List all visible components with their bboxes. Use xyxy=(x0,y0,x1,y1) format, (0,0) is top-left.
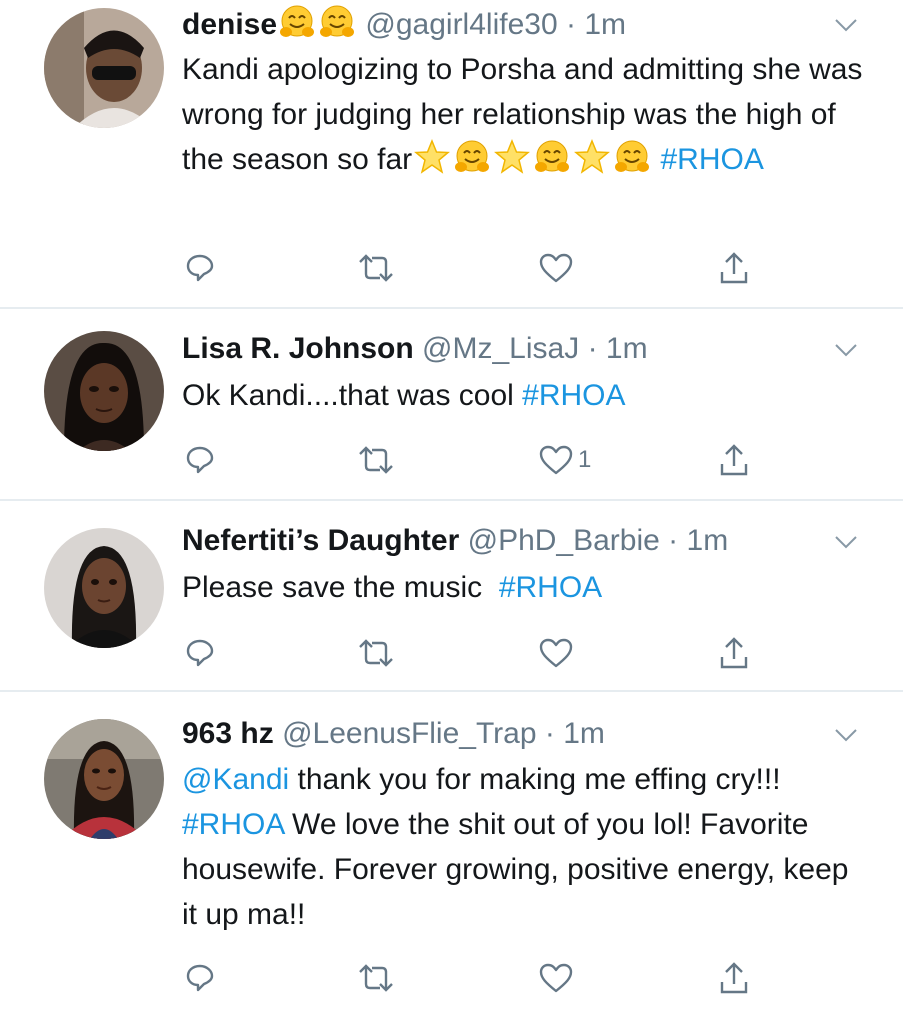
like-button[interactable]: 1 xyxy=(538,440,591,480)
tweet-text-content: Ok Kandi....that was cool xyxy=(182,379,523,412)
share-icon xyxy=(720,444,748,476)
hugging-face-emoji xyxy=(319,5,356,38)
tweet-actions xyxy=(182,248,782,288)
separator-dot: · xyxy=(587,332,598,365)
retweet-icon xyxy=(359,254,393,282)
reply-icon xyxy=(186,446,214,474)
tweet[interactable]: Nefertiti’s Daughter @PhD_Barbie · 1m Pl… xyxy=(0,501,903,692)
hashtag-link[interactable]: #RHOA xyxy=(499,571,602,604)
tweet-text: Please save the music #RHOA xyxy=(182,565,863,610)
reply-icon xyxy=(186,964,214,992)
tweet-text: Kandi apologizing to Porsha and admittin… xyxy=(182,47,863,182)
separator-dot: · xyxy=(668,524,679,557)
like-count: 1 xyxy=(578,446,592,473)
reply-icon xyxy=(186,639,214,667)
hashtag-link[interactable]: #RHOA xyxy=(661,143,764,176)
tweet-text: Ok Kandi....that was cool #RHOA xyxy=(182,373,863,418)
tweet-text: @Kandi thank you for making me effing cr… xyxy=(182,757,863,937)
user-handle[interactable]: @gagirl4life30 xyxy=(365,8,557,41)
hugging-face-emoji xyxy=(279,5,316,38)
share-icon xyxy=(720,962,748,994)
reply-icon xyxy=(186,254,214,282)
reply-button[interactable] xyxy=(184,440,216,480)
reply-button[interactable] xyxy=(184,248,216,288)
star-emoji xyxy=(575,140,609,173)
retweet-icon xyxy=(359,639,393,667)
display-name[interactable]: Lisa R. Johnson xyxy=(182,332,414,365)
avatar[interactable] xyxy=(44,8,164,128)
chevron-down-icon[interactable] xyxy=(833,726,859,744)
retweet-button[interactable] xyxy=(356,633,396,673)
timestamp[interactable]: 1m xyxy=(606,332,648,365)
share-button[interactable] xyxy=(718,440,750,480)
user-handle[interactable]: @PhD_Barbie xyxy=(468,524,660,557)
share-button[interactable] xyxy=(718,248,750,288)
like-button[interactable] xyxy=(538,248,578,288)
tweet-actions xyxy=(182,958,782,998)
retweet-icon xyxy=(359,446,393,474)
timestamp[interactable]: 1m xyxy=(584,8,626,41)
retweet-button[interactable] xyxy=(356,248,396,288)
display-name[interactable]: Nefertiti’s Daughter xyxy=(182,524,459,557)
chevron-down-icon[interactable] xyxy=(833,16,859,34)
avatar[interactable] xyxy=(44,331,164,451)
user-handle[interactable]: @Mz_LisaJ xyxy=(422,332,579,365)
tweet-actions: 1 xyxy=(182,440,782,480)
avatar[interactable] xyxy=(44,528,164,648)
tweet[interactable]: denise @gagirl4life30 · 1m Kandi apologi… xyxy=(0,0,903,309)
user-handle[interactable]: @LeenusFlie_Trap xyxy=(282,717,536,750)
separator-dot: · xyxy=(565,8,576,41)
timestamp[interactable]: 1m xyxy=(687,524,729,557)
like-button[interactable] xyxy=(538,958,578,998)
retweet-button[interactable] xyxy=(356,958,396,998)
display-name[interactable]: denise xyxy=(182,8,277,41)
heart-icon xyxy=(539,445,573,475)
hugging-face-emoji xyxy=(614,140,651,173)
tweet-actions xyxy=(182,633,782,673)
like-button[interactable] xyxy=(538,633,578,673)
share-icon xyxy=(720,637,748,669)
reply-button[interactable] xyxy=(184,958,216,998)
heart-icon xyxy=(539,638,573,668)
retweet-icon xyxy=(359,964,393,992)
avatar[interactable] xyxy=(44,719,164,839)
hugging-face-emoji xyxy=(454,140,491,173)
timestamp[interactable]: 1m xyxy=(563,717,605,750)
share-button[interactable] xyxy=(718,633,750,673)
reply-button[interactable] xyxy=(184,633,216,673)
star-emoji xyxy=(415,140,449,173)
separator-dot: · xyxy=(544,717,555,750)
tweet[interactable]: 963 hz @LeenusFlie_Trap · 1m @Kandi than… xyxy=(0,692,903,1024)
chevron-down-icon[interactable] xyxy=(833,533,859,551)
heart-icon xyxy=(539,253,573,283)
share-button[interactable] xyxy=(718,958,750,998)
mention-link[interactable]: @Kandi xyxy=(182,763,289,796)
heart-icon xyxy=(539,963,573,993)
tweet-text-content: Please save the music xyxy=(182,571,499,604)
tweet-text-content: thank you for making me effing cry!!! xyxy=(289,763,781,796)
tweet[interactable]: Lisa R. Johnson @Mz_LisaJ · 1m Ok Kandi.… xyxy=(0,309,903,501)
star-emoji xyxy=(495,140,529,173)
display-name[interactable]: 963 hz xyxy=(182,717,274,750)
chevron-down-icon[interactable] xyxy=(833,341,859,359)
share-icon xyxy=(720,252,748,284)
retweet-button[interactable] xyxy=(356,440,396,480)
hashtag-link[interactable]: #RHOA xyxy=(182,808,284,841)
hashtag-link[interactable]: #RHOA xyxy=(522,379,625,412)
hugging-face-emoji xyxy=(534,140,571,173)
